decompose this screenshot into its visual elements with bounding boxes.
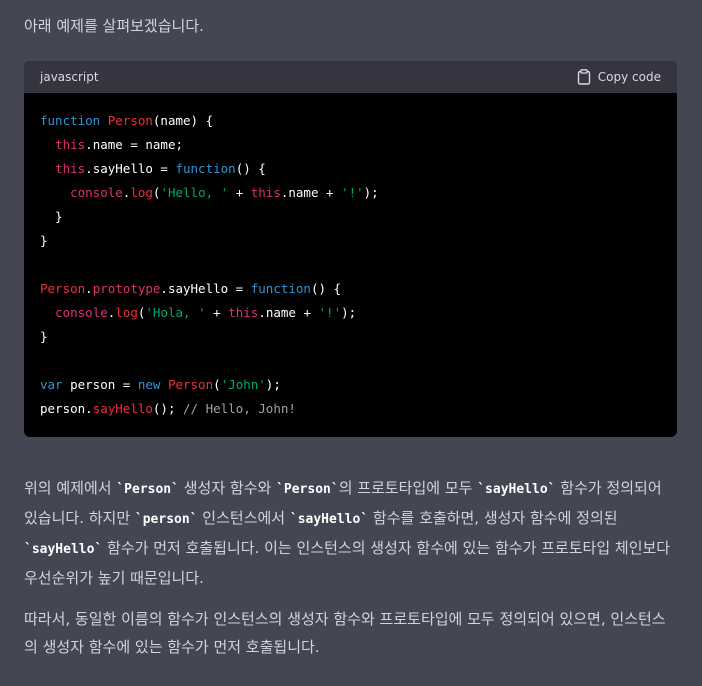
code-token: ); [341,305,357,320]
code-token: .sayHello = [85,161,176,176]
code-token: + [228,185,251,200]
code-token: // Hello, John! [183,401,296,416]
code-token: Person [167,377,214,392]
code-token: ( [213,377,221,392]
code-token: person. [40,401,93,416]
code-line: this.name = name; [40,133,661,157]
code-token: var [40,377,63,392]
code-line: this.sayHello = function() { [40,157,661,181]
code-line: console.log('Hello, ' + this.name + '!')… [40,181,661,205]
code-token: function [250,281,311,296]
copy-code-button[interactable]: Copy code [577,69,661,85]
code-token: person = [62,377,138,392]
code-token: console [70,185,123,200]
paragraph-text: 따라서, 동일한 이름의 함수가 인스턴스의 생성자 함수와 프로토타입에 모두… [24,610,666,656]
paragraph-text: 생성자 함수와 [178,479,277,497]
code-token: this [55,137,86,152]
code-token: '!' [318,305,342,320]
code-token: ); [363,185,379,200]
code-token: 'Hello, ' [160,185,229,200]
code-token: (name) { [152,113,214,128]
code-line: function Person(name) { [40,109,661,133]
code-token: } [40,209,63,224]
code-line: } [40,205,661,229]
code-body: function Person(name) { this.name = name… [24,93,677,437]
inline-code: `Person` [276,482,339,497]
intro-text: 아래 예제를 살펴보겠습니다. [24,17,204,35]
code-token: .name + [258,305,319,320]
code-token: (); [152,401,184,416]
code-block: javascript Copy code function Person(nam… [24,61,677,437]
code-token: . [85,281,93,296]
paragraph-text: 의 프로토타입에 모두 [338,479,478,497]
code-token: Person [107,113,153,128]
code-token: new [137,377,161,392]
code-header: javascript Copy code [24,61,677,93]
code-token: .sayHello = [160,281,251,296]
paragraph-text: 인스턴스에서 [197,509,290,527]
explanation-paragraph: 위의 예제에서 `Person` 생성자 함수와 `Person`의 프로토타입… [24,474,678,592]
code-token: prototype [92,281,161,296]
code-token: console [55,305,108,320]
code-token: sayHello [92,401,153,416]
code-line: } [40,325,661,349]
code-line: console.log('Hola, ' + this.name + '!'); [40,301,661,325]
code-line: var person = new Person('John'); [40,373,661,397]
code-line: } [40,229,661,253]
copy-code-label: Copy code [597,70,661,84]
code-token: Person [40,281,86,296]
code-token: this [250,185,281,200]
paragraph-text: 함수를 호출하면, 생성자 함수에 정의된 [368,509,618,527]
inline-code: `sayHello` [289,512,369,527]
inline-code: `sayHello` [477,482,556,497]
code-token: log [115,305,138,320]
code-token: 'Hola, ' [145,305,206,320]
code-language-label: javascript [40,70,99,84]
code-token: () { [310,281,342,296]
code-token: .name = name; [85,137,184,152]
inline-code: `Person` [116,482,179,497]
code-token: this [228,305,259,320]
code-token: .name + [280,185,342,200]
code-token: this [55,161,86,176]
chat-message: 아래 예제를 살펴보겠습니다. javascript Copy code fun… [0,0,702,686]
paragraph-text: 위의 예제에서 [24,479,117,497]
conclusion-paragraph: 따라서, 동일한 이름의 함수가 인스턴스의 생성자 함수와 프로토타입에 모두… [24,605,678,661]
clipboard-icon [577,69,591,85]
code-line: person.sayHello(); // Hello, John! [40,397,661,421]
inline-code: `sayHello` [24,542,103,557]
code-token: () { [235,161,266,176]
code-token: function [40,113,101,128]
inline-code: `person` [134,512,198,527]
code-token: ); [265,377,281,392]
code-token: 'John' [220,377,266,392]
code-token: function [175,161,236,176]
code-token: } [40,233,48,248]
code-token: '!' [341,185,364,200]
code-line: Person.prototype.sayHello = function() { [40,277,661,301]
code-token: + [205,305,229,320]
code-token: log [130,185,153,200]
code-token: } [40,329,48,344]
paragraph-text: 함수가 먼저 호출됩니다. 이는 인스턴스의 생성자 함수에 있는 함수가 프로… [24,539,671,587]
